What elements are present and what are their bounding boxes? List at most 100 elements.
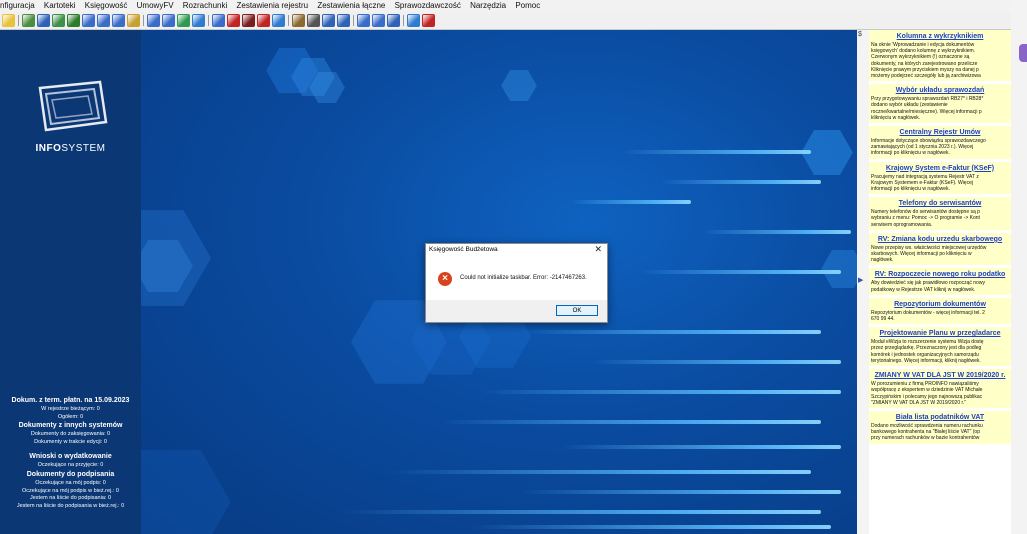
- brand-bold: INFO: [35, 143, 62, 154]
- toolbar-button-icon[interactable]: [192, 14, 205, 27]
- hexagon-shape: [501, 70, 537, 101]
- toolbar-button-icon[interactable]: [37, 14, 50, 27]
- news-title[interactable]: Biała lista podatników VAT: [871, 412, 1009, 423]
- ok-button[interactable]: OK: [556, 305, 598, 316]
- dialog-title: Księgowość Budżetowa: [429, 246, 498, 253]
- light-streak: [661, 180, 821, 184]
- news-title[interactable]: Telefony do serwisantów: [871, 198, 1009, 209]
- news-body: Na oknie 'Wprowadzanie i edycja dokument…: [871, 42, 981, 80]
- toolbar-button-icon[interactable]: [227, 14, 240, 27]
- requests-heading[interactable]: Wnioski o wydatkowanie: [0, 452, 141, 462]
- toolbar-button-icon[interactable]: [242, 14, 255, 27]
- light-streak: [591, 360, 841, 364]
- toolbar-separator: [353, 15, 354, 26]
- other-line: Dokumenty w trakcie edycji: 0: [34, 438, 107, 445]
- collapse-arrow-icon[interactable]: ▶: [858, 276, 863, 284]
- menu-rozrachunki[interactable]: Rozrachunki: [183, 1, 227, 10]
- toolbar-button-icon[interactable]: [112, 14, 125, 27]
- toolbar-button-icon[interactable]: [407, 14, 420, 27]
- toolbar-button-icon[interactable]: [387, 14, 400, 27]
- error-dialog: Księgowość Budżetowa ✕ × Could not initi…: [425, 243, 608, 323]
- menu-umowyfv[interactable]: UmowyFV: [137, 1, 174, 10]
- toolbar-button-icon[interactable]: [127, 14, 140, 27]
- other-systems-heading[interactable]: Dokumenty z innych systemów: [0, 421, 141, 431]
- light-streak: [561, 445, 841, 449]
- news-title[interactable]: RV: Rozpoczecie nowego roku podatko: [871, 269, 1009, 280]
- menu-sprawozdawczosc[interactable]: Sprawozdawczość: [395, 1, 461, 10]
- brand-rest: SYSTEM: [61, 143, 106, 154]
- news-title[interactable]: Krajowy System e-Faktur (KSeF): [871, 163, 1009, 174]
- toolbar-button-icon[interactable]: [307, 14, 320, 27]
- toolbar-button-icon[interactable]: [162, 14, 175, 27]
- toolbar-button-icon[interactable]: [272, 14, 285, 27]
- scrollbar[interactable]: [1011, 0, 1027, 534]
- toolbar-button-icon[interactable]: [147, 14, 160, 27]
- news-title[interactable]: RV: Zmiana kodu urzedu skarbowego: [871, 234, 1009, 245]
- side-tab-button[interactable]: [1019, 44, 1027, 62]
- news-item: RV: Rozpoczecie nowego roku podatko Aby d…: [869, 268, 1011, 295]
- toolbar-button-icon[interactable]: [212, 14, 225, 27]
- hexagon-shape: [141, 450, 231, 534]
- toolbar-button-icon[interactable]: [372, 14, 385, 27]
- news-item: RV: Zmiana kodu urzedu skarbowego Nowe pr…: [869, 232, 1011, 266]
- menu-kartoteki[interactable]: Kartoteki: [44, 1, 76, 10]
- news-item: Krajowy System e-Faktur (KSeF) Pracujemy …: [869, 161, 1011, 195]
- toolbar-button-icon[interactable]: [67, 14, 80, 27]
- sign-line: Oczekujące na mój podpis w bież.rej.: 0: [22, 487, 119, 494]
- light-streak: [481, 390, 841, 394]
- term-line: Ogółem: 0: [57, 413, 84, 420]
- news-title[interactable]: Repozytorium dokumentów: [871, 299, 1009, 310]
- toolbar-button-icon[interactable]: [52, 14, 65, 27]
- sign-heading[interactable]: Dokumenty do podpisania: [0, 470, 141, 480]
- toolbar-button-icon[interactable]: [257, 14, 270, 27]
- toolbar-button-icon[interactable]: [97, 14, 110, 27]
- dollar-icon[interactable]: $: [858, 31, 862, 38]
- news-body: Dodano możliwość sprawdzenia numeru rach…: [871, 422, 983, 442]
- menu-zestawienia-laczne[interactable]: Zestawienia łączne: [317, 1, 385, 10]
- news-title[interactable]: Wybór układu sprawozdań: [871, 85, 1009, 96]
- infosystem-logo-icon: [38, 80, 108, 132]
- news-body: Nowe przepisy ws. właściwości miejscowej…: [871, 244, 987, 264]
- toolbar-button-icon[interactable]: [337, 14, 350, 27]
- news-item: Projektowanie Planu w przegladarce Moduł …: [869, 327, 1011, 367]
- toolbar-button-icon[interactable]: [292, 14, 305, 27]
- dialog-body: × Could not initialize taskbar. Error: -…: [426, 258, 607, 300]
- dialog-footer: OK: [426, 300, 607, 322]
- toolbar-button-icon[interactable]: [177, 14, 190, 27]
- news-item: Repozytorium dokumentów Repozytorium doku…: [869, 297, 1011, 325]
- toolbar-separator: [208, 15, 209, 26]
- menu-pomoc[interactable]: Pomoc: [515, 1, 540, 10]
- light-streak: [571, 200, 691, 204]
- toolbar-button-icon[interactable]: [82, 14, 95, 27]
- toolbar-button-icon[interactable]: [322, 14, 335, 27]
- toolbar-button-icon[interactable]: [422, 14, 435, 27]
- news-item: Kolumna z wykrzyknikiem Na oknie 'Wprowad…: [869, 30, 1011, 82]
- toolbar-button-icon[interactable]: [357, 14, 370, 27]
- hexagon-shape: [309, 72, 345, 103]
- term-heading[interactable]: Dokum. z term. płatn. na 15.09.2023: [0, 396, 141, 406]
- news-body: Moduł eWizja to rozszerzenie systemu Wiz…: [871, 339, 984, 364]
- toolbar-separator: [403, 15, 404, 26]
- news-title[interactable]: Kolumna z wykrzyknikiem: [871, 31, 1009, 42]
- menu-zestawienia-rejestru[interactable]: Zestawienia rejestru: [236, 1, 308, 10]
- sign-line: Jestem na liście do podpisania w bież.re…: [16, 502, 125, 509]
- menu-ksiegowosc[interactable]: Księgowość: [85, 1, 128, 10]
- toolbar-separator: [143, 15, 144, 26]
- news-title[interactable]: Projektowanie Planu w przegladarce: [871, 328, 1009, 339]
- toolbar-button-icon[interactable]: [2, 14, 15, 27]
- toolbar: [0, 12, 1027, 30]
- dialog-message: Could not initialize taskbar. Error: -21…: [460, 275, 587, 281]
- menu-konfiguracja[interactable]: nfiguracja: [0, 1, 35, 10]
- sign-line: Jestem na liście do podpisania: 0: [29, 495, 112, 502]
- menu-narzedzia[interactable]: Narzędzia: [470, 1, 506, 10]
- other-line: Dokumenty do zaksięgowania: 0: [30, 431, 111, 438]
- news-title[interactable]: Centralny Rejestr Umów: [871, 127, 1009, 138]
- light-streak: [521, 330, 821, 334]
- close-icon[interactable]: ✕: [594, 244, 602, 255]
- news-title[interactable]: ZMIANY W VAT DLA JST W 2019/2020 r.: [871, 370, 1009, 381]
- toolbar-button-icon[interactable]: [22, 14, 35, 27]
- news-body: Przy przygotowywaniu sprawozdań RB27* i …: [871, 96, 984, 121]
- news-body: Pracujemy nad integracją systemu Rejestr…: [871, 173, 979, 193]
- toolbar-separator: [18, 15, 19, 26]
- error-icon: ×: [438, 272, 452, 286]
